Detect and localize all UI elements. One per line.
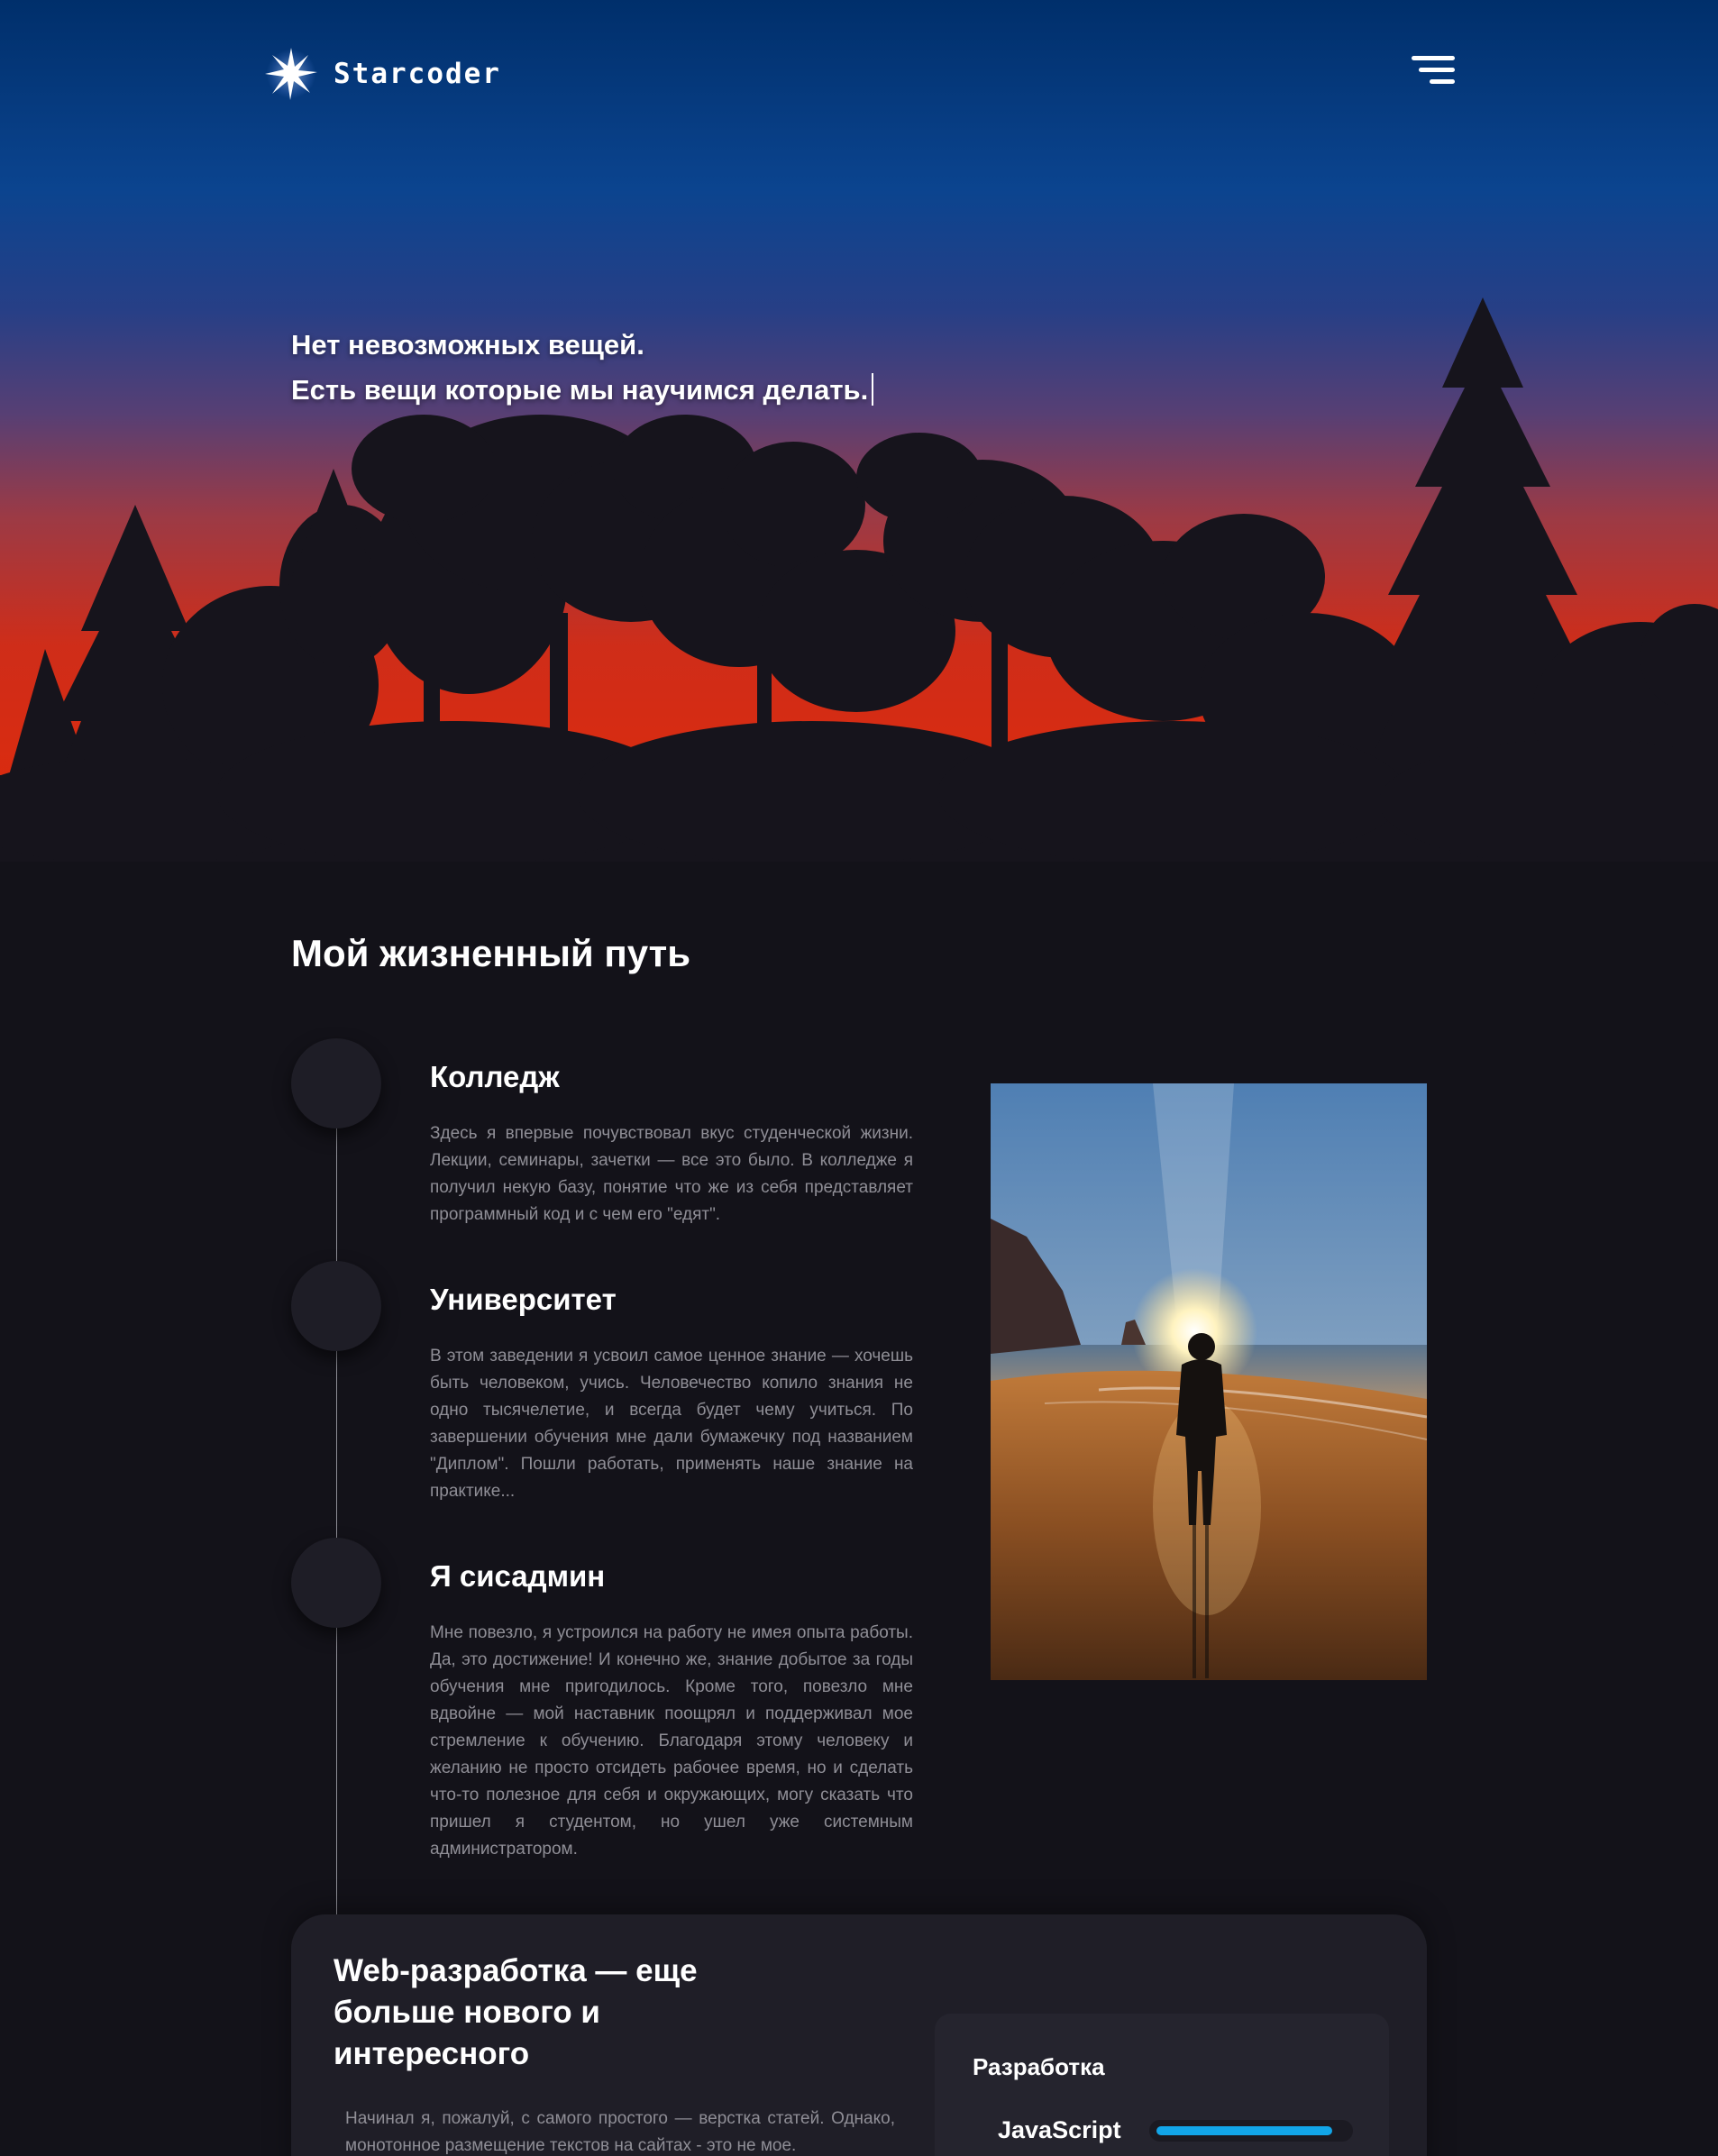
- timeline-item-title: Колледж: [430, 1060, 560, 1093]
- timeline-item-title: Я сисадмин: [430, 1559, 606, 1593]
- web-dev-text: Начинал я, пожалуй, с самого простого — …: [345, 2109, 895, 2155]
- forest-silhouette: [0, 297, 1718, 862]
- hamburger-menu-icon[interactable]: [1406, 54, 1455, 87]
- timeline-item-title: Университет: [430, 1283, 617, 1316]
- timeline-marker: [291, 1038, 381, 1128]
- timeline-marker: [291, 1538, 381, 1628]
- timeline-item-text: Здесь я впервые почувствовал вкус студен…: [430, 1124, 913, 1224]
- logo-text: Starcoder: [334, 58, 501, 90]
- skill-progress-fill: [1156, 2126, 1332, 2135]
- hero-line-2-text: Есть вещи которые мы научимся делать.: [291, 374, 869, 406]
- timeline-line: [336, 1127, 337, 1920]
- text-caret: [872, 373, 874, 406]
- web-dev-title: Web-разработка — еще больше нового и инт…: [334, 1953, 698, 2071]
- page: Starcoder Нет невозможных вещей. Есть ве…: [0, 0, 1718, 2156]
- hero-tagline: Нет невозможных вещей. Есть вещи которые…: [291, 323, 874, 413]
- beach-sunset-photo: [991, 1083, 1427, 1680]
- skill-name: JavaScript: [998, 2116, 1121, 2143]
- life-path-title: Мой жизненный путь: [291, 932, 691, 974]
- timeline-item-text: Мне повезло, я устроился на работу не им…: [430, 1623, 913, 1859]
- star-burst-icon: [261, 44, 321, 104]
- hero-section: Starcoder Нет невозможных вещей. Есть ве…: [0, 0, 1718, 862]
- skills-title: Разработка: [973, 2053, 1105, 2080]
- logo[interactable]: Starcoder: [261, 45, 501, 103]
- hero-line-1: Нет невозможных вещей.: [291, 329, 644, 361]
- timeline-marker: [291, 1261, 381, 1351]
- skill-progress-bar: [1149, 2120, 1353, 2142]
- skills-card: Разработка JavaScript: [935, 2014, 1389, 2156]
- web-dev-card: Web-разработка — еще больше нового и инт…: [291, 1914, 1427, 2156]
- hero-line-2: Есть вещи которые мы научимся делать.: [291, 368, 874, 413]
- timeline-item-text: В этом заведении я усвоил самое ценное з…: [430, 1347, 913, 1501]
